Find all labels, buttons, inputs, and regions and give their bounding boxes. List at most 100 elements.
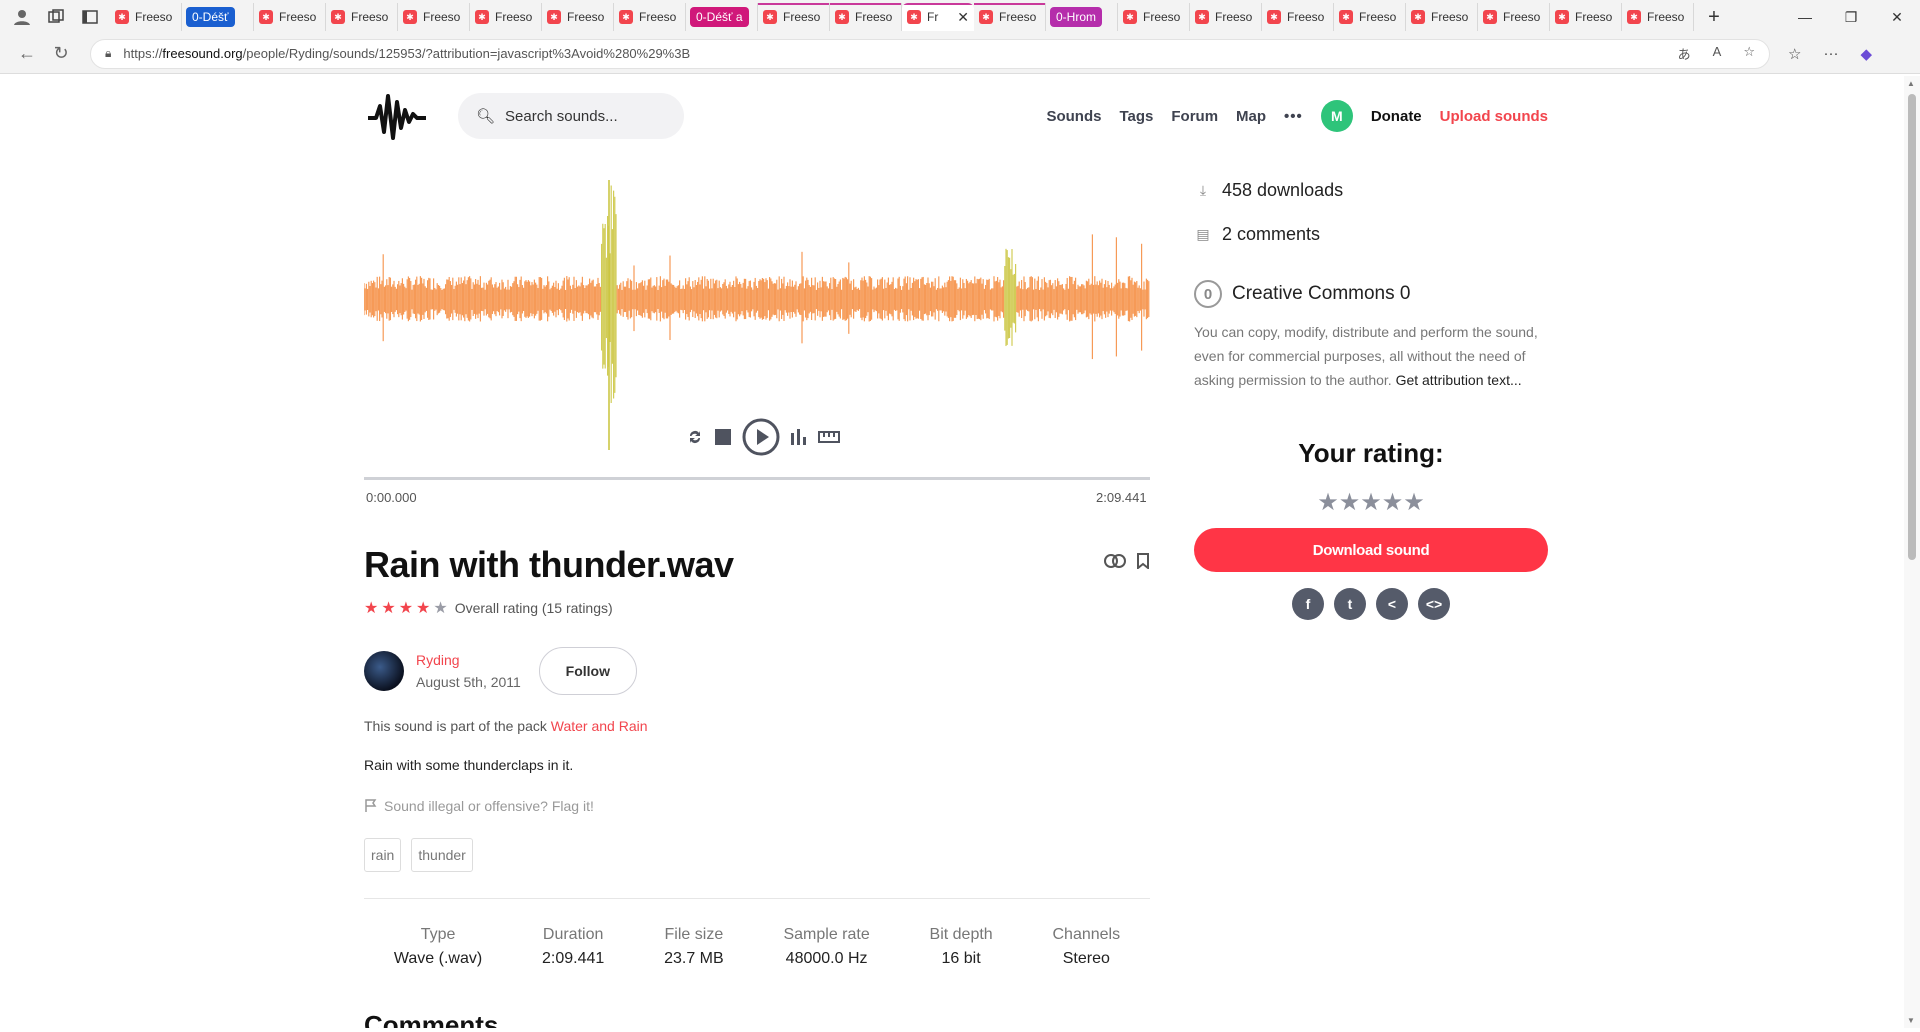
browser-tab[interactable]: ✱ Freeso — [758, 3, 830, 31]
freesound-favicon-icon: ✱ — [619, 10, 633, 24]
translate-icon[interactable]: あ — [1678, 44, 1691, 63]
browser-tab[interactable]: ✱ Freeso — [542, 3, 614, 31]
nav-more-icon[interactable]: ••• — [1284, 108, 1303, 125]
your-rating-stars[interactable]: ★★★★★ — [1194, 488, 1548, 517]
tag-rain[interactable]: rain — [364, 838, 402, 872]
rate-star-5[interactable]: ★ — [1403, 489, 1425, 516]
follow-button[interactable]: Follow — [538, 647, 637, 695]
loop-icon[interactable] — [686, 428, 704, 446]
tab-title: Freeso — [1431, 10, 1469, 24]
refresh-button[interactable]: ↻ — [44, 43, 78, 64]
similar-sounds-icon[interactable] — [1104, 553, 1126, 569]
page-scrollbar[interactable]: ▲ ▼ — [1904, 76, 1920, 1028]
tab-title: Freeso — [783, 10, 821, 24]
favorites-icon[interactable]: ☆ — [1788, 45, 1801, 63]
bookmark-icon[interactable] — [1136, 553, 1150, 569]
sound-title: Rain with thunder.wav — [364, 544, 734, 585]
browser-tab[interactable]: ✱ Freeso — [1478, 3, 1550, 31]
browser-tab[interactable]: ✱ Freeso — [326, 3, 398, 31]
download-sound-button[interactable]: Download sound — [1194, 528, 1548, 572]
twitter-icon[interactable]: t — [1334, 588, 1366, 620]
close-tab-icon[interactable]: ✕ — [957, 9, 969, 26]
freesound-logo[interactable] — [366, 88, 428, 144]
close-window-button[interactable]: ✕ — [1874, 9, 1920, 26]
copilot-icon[interactable]: ◆ — [1860, 45, 1872, 63]
title-actions — [1104, 553, 1150, 569]
tab-group-pill: 0-Déšť a — [690, 7, 749, 27]
browser-tab[interactable]: ✱ Freeso — [974, 3, 1046, 31]
rate-star-4[interactable]: ★ — [1382, 489, 1404, 516]
embed-icon[interactable]: <> — [1418, 588, 1450, 620]
tag-thunder[interactable]: thunder — [411, 838, 473, 872]
freesound-favicon-icon: ✱ — [403, 10, 417, 24]
nav-tags[interactable]: Tags — [1119, 108, 1153, 125]
scroll-down-icon[interactable]: ▼ — [1907, 1016, 1915, 1025]
donate-link[interactable]: Donate — [1371, 108, 1422, 125]
more-menu-icon[interactable]: ··· — [1823, 45, 1838, 63]
attribution-link[interactable]: Get attribution text... — [1396, 372, 1522, 388]
tab-group-label[interactable]: 0-Déšť — [182, 3, 254, 31]
read-aloud-icon[interactable]: A — [1713, 44, 1722, 63]
freesound-favicon-icon: ✱ — [835, 10, 849, 24]
freesound-favicon-icon: ✱ — [1483, 10, 1497, 24]
uploader-name[interactable]: Ryding — [416, 652, 521, 668]
lock-icon[interactable]: 🔒︎ — [105, 46, 111, 61]
browser-tab[interactable]: ✱ Freeso — [1262, 3, 1334, 31]
browser-tab[interactable]: ✱ Freeso — [1622, 3, 1694, 31]
play-icon[interactable] — [742, 418, 780, 456]
flag-link[interactable]: Sound illegal or offensive? Flag it! — [364, 798, 594, 814]
favorite-star-icon[interactable]: ☆ — [1743, 44, 1755, 63]
browser-tab[interactable]: ✱ Freeso — [398, 3, 470, 31]
new-tab-button[interactable]: + — [1700, 6, 1728, 29]
license-description: You can copy, modify, distribute and per… — [1194, 320, 1548, 392]
freesound-favicon-icon: ✱ — [259, 10, 273, 24]
workspaces-icon[interactable] — [44, 5, 68, 29]
nav-sounds[interactable]: Sounds — [1046, 108, 1101, 125]
tab-actions-icon[interactable] — [78, 5, 102, 29]
pack-link[interactable]: Water and Rain — [551, 718, 648, 734]
rate-star-3[interactable]: ★ — [1360, 489, 1382, 516]
tab-group-label[interactable]: 0-Hrom — [1046, 3, 1118, 31]
active-tab[interactable]: ✱ Fr ✕ — [902, 3, 974, 31]
browser-tab[interactable]: ✱ Freeso — [1406, 3, 1478, 31]
comments-row[interactable]: ▤ 2 comments — [1194, 224, 1320, 245]
back-button[interactable]: ← — [10, 43, 44, 64]
nav-map[interactable]: Map — [1236, 108, 1266, 125]
nav-forum[interactable]: Forum — [1171, 108, 1218, 125]
facebook-icon[interactable]: f — [1292, 588, 1324, 620]
playback-progress-bar[interactable] — [364, 477, 1150, 480]
license-name[interactable]: Creative Commons 0 — [1232, 283, 1410, 305]
rating-star-icon: ★ — [381, 600, 396, 617]
search-box[interactable]: 🔍︎ Search sounds... — [458, 93, 684, 139]
user-avatar[interactable]: M — [1320, 100, 1353, 132]
scrollbar-thumb[interactable] — [1908, 94, 1916, 560]
share-icon[interactable]: < — [1376, 588, 1408, 620]
browser-tab[interactable]: ✱ Freeso — [254, 3, 326, 31]
rate-star-1[interactable]: ★ — [1317, 489, 1339, 516]
url-field[interactable]: 🔒︎ https://freesound.org/people/Ryding/s… — [90, 38, 1770, 69]
minimize-button[interactable]: — — [1782, 9, 1828, 26]
spectrogram-icon[interactable] — [790, 428, 808, 446]
tab-title: Freeso — [1503, 10, 1541, 24]
tab-group-label[interactable]: 0-Déšť a — [686, 3, 758, 31]
ruler-icon[interactable] — [818, 430, 840, 444]
browser-tab[interactable]: ✱ Freeso — [1190, 3, 1262, 31]
window-controls: — ❐ ✕ — [1782, 9, 1920, 26]
stop-icon[interactable] — [714, 428, 732, 446]
browser-tab[interactable]: ✱ Freeso — [1118, 3, 1190, 31]
restore-button[interactable]: ❐ — [1828, 9, 1874, 26]
downloads-row[interactable]: ⤓ 458 downloads — [1194, 180, 1343, 201]
upload-sounds-link[interactable]: Upload sounds — [1440, 108, 1548, 125]
browser-tab[interactable]: ✱ Freeso — [1550, 3, 1622, 31]
browser-tab[interactable]: ✱ Freeso — [830, 3, 902, 31]
browser-tab[interactable]: ✱ Freeso — [1334, 3, 1406, 31]
rate-star-2[interactable]: ★ — [1339, 489, 1361, 516]
comment-icon: ▤ — [1196, 226, 1210, 242]
scroll-up-icon[interactable]: ▲ — [1907, 79, 1915, 88]
browser-tab[interactable]: ✱ Freeso — [110, 3, 182, 31]
search-placeholder: Search sounds... — [505, 107, 618, 125]
uploader-avatar[interactable] — [364, 651, 404, 691]
browser-tab[interactable]: ✱ Freeso — [470, 3, 542, 31]
browser-tab[interactable]: ✱ Freeso — [614, 3, 686, 31]
profile-icon[interactable] — [10, 5, 34, 29]
